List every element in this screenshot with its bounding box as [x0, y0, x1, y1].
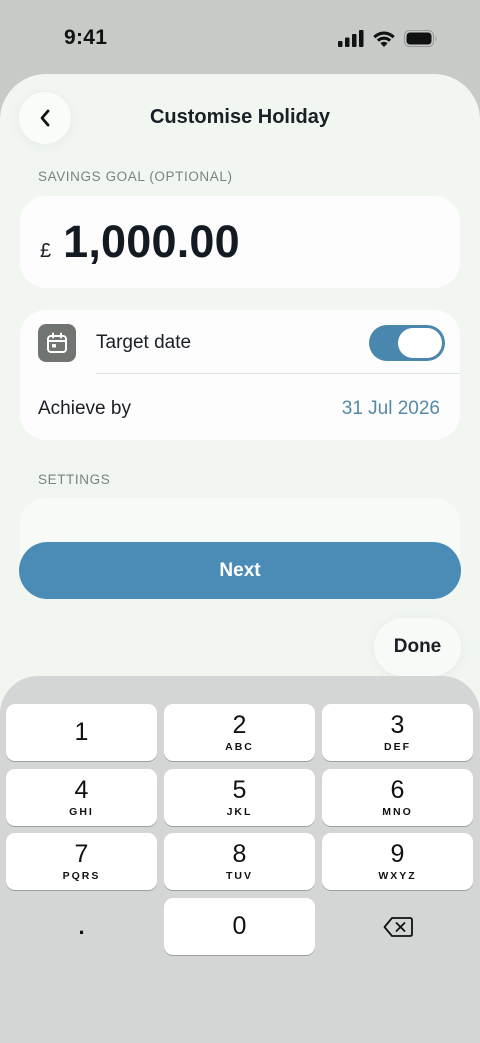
decimal-symbol: . [78, 913, 85, 939]
settings-label: SETTINGS [38, 472, 111, 487]
key-number: 6 [390, 775, 405, 804]
amount-value: 1,000.00 [63, 216, 240, 267]
currency-symbol: £ [40, 239, 52, 262]
key-letters: GHI [69, 805, 94, 818]
key-letters: WXYZ [378, 869, 417, 882]
key-decimal[interactable]: . [6, 898, 157, 955]
savings-amount-input[interactable]: £ 1,000.00 [20, 196, 460, 288]
key-5[interactable]: 5 JKL [164, 769, 315, 826]
key-number: 9 [390, 839, 405, 868]
calendar-icon [38, 324, 76, 362]
key-delete[interactable] [322, 898, 473, 955]
key-3[interactable]: 3 DEF [322, 704, 473, 761]
key-letters: MNO [382, 805, 413, 818]
key-number: 3 [390, 710, 405, 739]
key-4[interactable]: 4 GHI [6, 769, 157, 826]
divider [96, 373, 460, 374]
key-letters: TUV [226, 869, 253, 882]
key-number: 1 [74, 718, 89, 746]
status-icons [338, 29, 438, 47]
key-7[interactable]: 7 PQRS [6, 833, 157, 890]
key-number: 4 [74, 775, 89, 804]
key-letters: ABC [225, 740, 254, 753]
key-number: 2 [232, 710, 247, 739]
target-date-toggle[interactable] [369, 325, 445, 361]
toggle-knob [398, 328, 442, 358]
key-number: 5 [232, 775, 247, 804]
signal-icon [338, 29, 364, 47]
next-button[interactable]: Next [19, 542, 461, 599]
key-0[interactable]: 0 [164, 898, 315, 955]
target-date-label: Target date [96, 332, 192, 353]
achieve-by-label: Achieve by [38, 398, 131, 419]
savings-goal-label: SAVINGS GOAL (OPTIONAL) [38, 169, 233, 184]
achieve-by-date[interactable]: 31 Jul 2026 [342, 398, 440, 420]
page-title: Customise Holiday [149, 106, 331, 128]
numeric-keypad: 1 2 ABC 3 DEF 4 GHI 5 JKL 6 MNO 7 PQRS 8… [0, 676, 480, 1043]
key-9[interactable]: 9 WXYZ [322, 833, 473, 890]
key-2[interactable]: 2 ABC [164, 704, 315, 761]
key-1[interactable]: 1 [6, 704, 157, 761]
wifi-icon [373, 31, 395, 47]
status-bar: 9:41 [0, 0, 480, 76]
key-6[interactable]: 6 MNO [322, 769, 473, 826]
key-number: 7 [74, 839, 89, 868]
target-date-card: Target date Achieve by 31 Jul 2026 [20, 310, 460, 440]
status-time: 9:41 [64, 26, 108, 49]
done-button[interactable]: Done [374, 618, 461, 676]
key-letters: JKL [226, 805, 253, 818]
key-number: 8 [232, 839, 247, 868]
key-number: 0 [232, 912, 247, 940]
key-letters: DEF [384, 740, 411, 753]
battery-icon [404, 29, 437, 47]
backspace-icon [383, 916, 413, 937]
key-letters: PQRS [62, 869, 101, 882]
key-8[interactable]: 8 TUV [164, 833, 315, 890]
